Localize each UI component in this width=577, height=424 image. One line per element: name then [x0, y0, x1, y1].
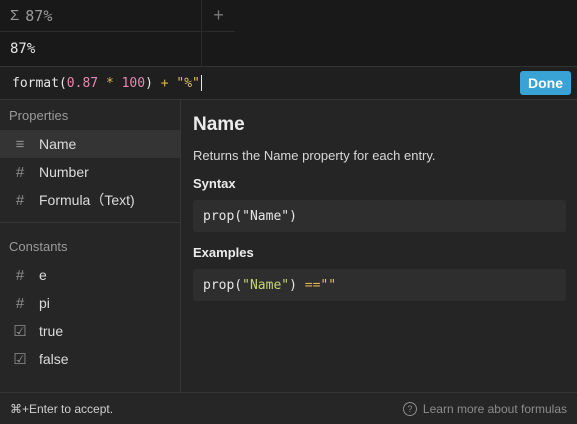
example-value: ""	[320, 277, 337, 293]
plus-icon: +	[213, 5, 224, 25]
hash-icon: #	[15, 191, 25, 209]
formula-operator-token: +	[160, 75, 169, 91]
column-header-label: 87%	[25, 6, 53, 25]
sidebar-item-e[interactable]: # e	[0, 261, 180, 289]
hash-icon: #	[15, 294, 25, 312]
sidebar-item-name[interactable]: ≡ Name	[0, 130, 180, 158]
table-cell[interactable]: 87%	[0, 32, 202, 66]
sidebar-item-label: e	[39, 267, 47, 283]
example-suffix: )	[289, 277, 297, 293]
sidebar-item-false[interactable]: ☑ false	[0, 345, 180, 373]
reference-detail-panel: Name Returns the Name property for each …	[182, 100, 577, 392]
text-lines-icon: ≡	[15, 135, 25, 153]
learn-more-link[interactable]: ? Learn more about formulas	[402, 402, 567, 416]
database-table: Σ 87% + 87%	[0, 0, 577, 66]
sidebar-item-label: true	[39, 323, 64, 339]
section-divider	[0, 222, 180, 223]
sidebar-item-label: Number	[39, 164, 89, 180]
done-button[interactable]: Done	[520, 71, 571, 95]
detail-title: Name	[193, 114, 245, 135]
syntax-label: Syntax	[193, 176, 236, 191]
formula-number-token: 0.87	[66, 75, 99, 91]
example-code[interactable]: prop("Name") == ""	[193, 269, 566, 301]
sidebar-item-number[interactable]: # Number	[0, 158, 180, 186]
formula-string-token: "%"	[176, 75, 200, 91]
sidebar-item-label: Formula（Text)	[39, 192, 135, 208]
sigma-icon: Σ	[10, 7, 20, 24]
accept-hint: ⌘+Enter to accept.	[10, 402, 114, 416]
help-circle-icon: ?	[402, 402, 417, 416]
checkbox-icon: ☑	[13, 323, 27, 340]
hash-icon: #	[15, 163, 25, 181]
sidebar-item-pi[interactable]: # pi	[0, 289, 180, 317]
example-arg: "Name"	[242, 277, 290, 293]
examples-label: Examples	[193, 245, 254, 260]
properties-section-title: Properties	[9, 107, 69, 123]
detail-description: Returns the Name property for each entry…	[193, 148, 436, 163]
sidebar-item-label: false	[39, 351, 69, 367]
text-caret	[200, 75, 202, 91]
learn-more-label: Learn more about formulas	[422, 402, 567, 416]
checkbox-icon: ☑	[13, 351, 27, 368]
formula-paren-open: (	[58, 75, 67, 91]
formula-operator-token: *	[105, 75, 114, 91]
hash-icon: #	[15, 266, 25, 284]
formula-column-header[interactable]: Σ 87%	[0, 0, 202, 32]
formula-editor-popup: format(0.87 * 100) + "%" Done Properties…	[0, 66, 577, 424]
constants-section-title: Constants	[9, 238, 68, 254]
sidebar-item-label: pi	[39, 295, 50, 311]
formula-paren-close: )	[145, 75, 153, 91]
example-prefix: prop(	[203, 277, 243, 293]
sidebar-item-label: Name	[39, 136, 77, 152]
formula-number-token: 100	[121, 75, 146, 91]
add-column-button[interactable]: +	[202, 0, 235, 32]
formula-input[interactable]: format(0.87 * 100) + "%" Done	[0, 67, 577, 100]
syntax-code: prop("Name")	[193, 200, 566, 232]
formula-function-token: format	[12, 75, 59, 91]
sidebar-item-true[interactable]: ☑ true	[0, 317, 180, 345]
popup-footer: ⌘+Enter to accept. ? Learn more about fo…	[0, 392, 577, 424]
sidebar-item-formula-text[interactable]: # Formula（Text)	[0, 186, 180, 214]
formula-reference-sidebar: Properties ≡ Name # Number # Formula（Tex…	[0, 100, 181, 392]
example-operator: ==	[304, 277, 321, 293]
